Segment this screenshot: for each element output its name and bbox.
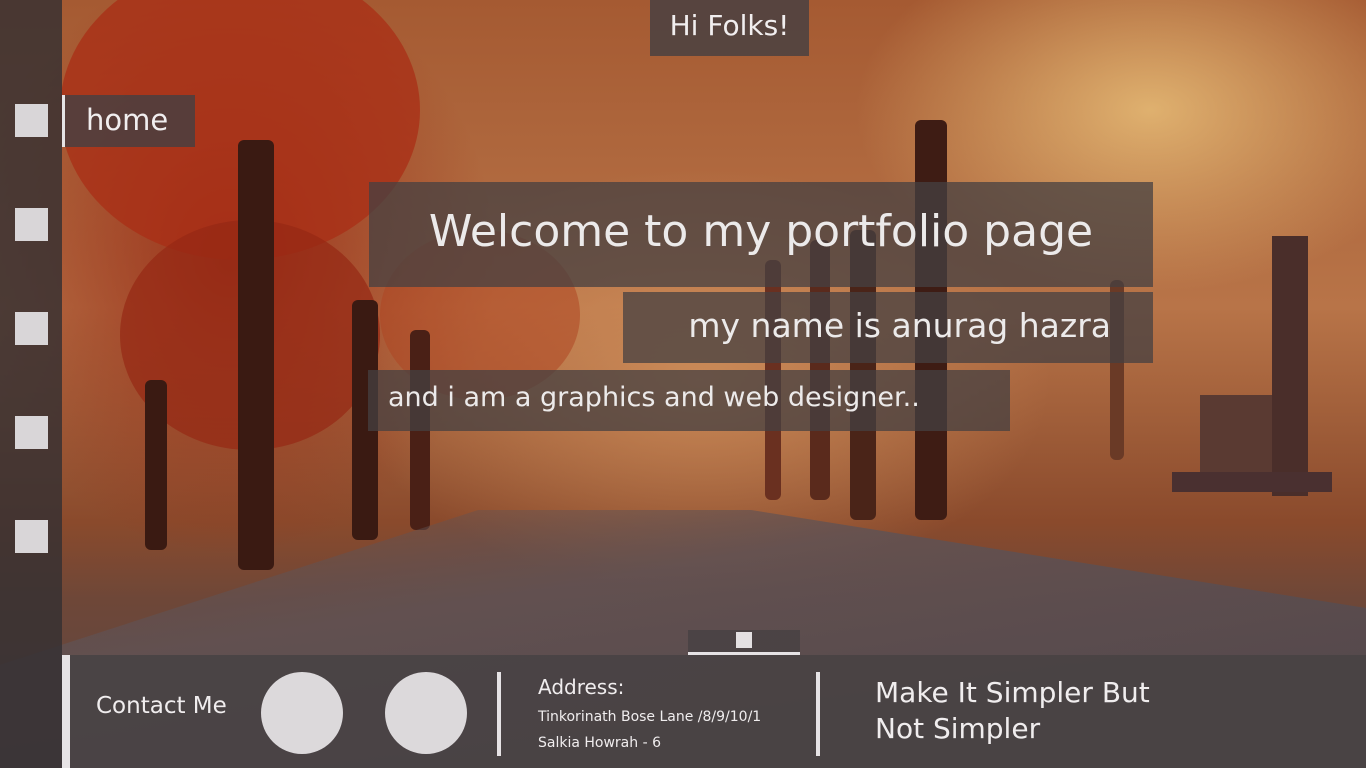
slider-dot[interactable] [736, 632, 752, 648]
sidebar-item-4[interactable] [15, 416, 48, 449]
nav-home-tab[interactable]: home [62, 95, 195, 147]
motto-line-2: Not Simpler [875, 712, 1041, 745]
motto-line-1: Make It Simpler But [875, 676, 1150, 709]
social-link-2[interactable] [385, 672, 467, 754]
social-link-1[interactable] [261, 672, 343, 754]
sidebar-item-5[interactable] [15, 520, 48, 553]
footer-divider [816, 672, 820, 756]
address-line-1: Tinkorinath Bose Lane /8/9/10/1 [538, 709, 762, 725]
role-line: and i am a graphics and web designer.. [368, 370, 1010, 431]
footer: Contact Me Address: Tinkorinath Bose Lan… [62, 655, 1366, 768]
contact-label: Contact Me [96, 693, 227, 719]
sidebar-item-2[interactable] [15, 208, 48, 241]
name-line: my name is anurag hazra [623, 292, 1153, 363]
sidebar-item-home[interactable] [15, 104, 48, 137]
motto: Make It Simpler But Not Simpler [875, 675, 1150, 747]
sidebar [0, 0, 62, 768]
welcome-title: Welcome to my portfolio page [369, 182, 1153, 287]
address-line-2: Salkia Howrah - 6 [538, 735, 661, 751]
footer-divider [497, 672, 501, 756]
slider-indicator [688, 630, 800, 655]
sidebar-item-3[interactable] [15, 312, 48, 345]
address-title: Address: [538, 675, 625, 699]
greeting-banner: Hi Folks! [650, 0, 809, 56]
